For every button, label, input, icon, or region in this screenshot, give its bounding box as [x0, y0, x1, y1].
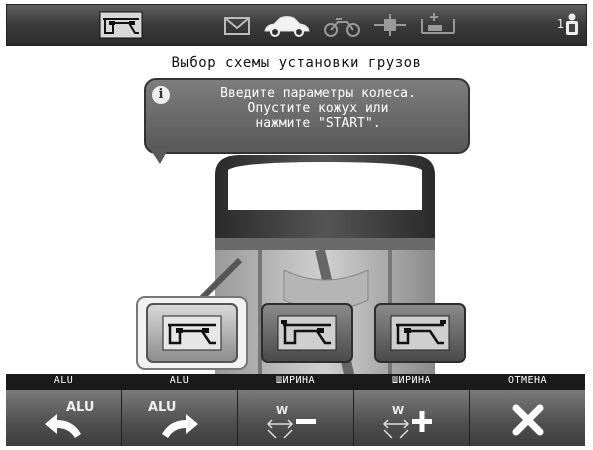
- cancel-button[interactable]: [470, 390, 585, 446]
- function-key-label: ШИРИНА: [275, 375, 316, 386]
- user-icon[interactable]: [564, 11, 580, 37]
- car-icon[interactable]: [262, 11, 312, 39]
- function-key-label: ОТМЕНА: [507, 375, 548, 386]
- info-line: Опустите кожух или: [247, 101, 389, 116]
- envelope-icon[interactable]: [222, 11, 252, 39]
- info-message: Введите параметры колеса. Опустите кожух…: [172, 86, 464, 131]
- alu-next-button[interactable]: ALU: [122, 390, 238, 446]
- function-key-label: ALU: [169, 375, 190, 386]
- weight-scheme-icon: [390, 315, 450, 351]
- function-key-label: ШИРИНА: [391, 375, 432, 386]
- width-decrease-button[interactable]: W: [238, 390, 354, 446]
- close-icon: [512, 404, 544, 436]
- info-line: Введите параметры колеса.: [220, 86, 416, 101]
- function-key-label: ALU: [53, 375, 74, 386]
- page-title: Выбор схемы установки грузов: [171, 55, 422, 71]
- info-icon: i: [152, 86, 170, 104]
- rotate-left-arrow-icon: [45, 414, 81, 438]
- bubble-tail: [148, 146, 170, 164]
- top-bar: 1: [6, 4, 587, 46]
- wheel-weight-scheme-icon[interactable]: [99, 11, 143, 39]
- adhesive-weight-icon[interactable]: [418, 11, 458, 39]
- weight-scheme-icon: [162, 315, 222, 351]
- alu-icon-text: ALU: [148, 400, 177, 415]
- width-plus-icon: [382, 411, 432, 439]
- info-bubble: i Введите параметры колеса. Опустите кож…: [144, 78, 470, 154]
- width-icon-text: W: [392, 404, 405, 417]
- info-line: нажмите "START".: [255, 116, 381, 131]
- clip-weight-icon[interactable]: [372, 11, 408, 39]
- motorcycle-icon[interactable]: [322, 11, 362, 39]
- function-key-labels: ALU ALU ШИРИНА ШИРИНА ОТМЕНА: [6, 374, 585, 390]
- wheel-balancer-screen: 1 Выбор схемы установки грузов i Введите…: [0, 0, 593, 450]
- user-number: 1: [556, 17, 564, 31]
- mode-adhesive-clip-button[interactable]: [374, 303, 466, 363]
- width-icon-text: W: [276, 404, 289, 417]
- width-increase-button[interactable]: W: [354, 390, 470, 446]
- width-minus-icon: [266, 419, 316, 439]
- alu-icon-text: ALU: [66, 400, 95, 415]
- alu-previous-button[interactable]: ALU: [6, 390, 122, 446]
- mode-adhesive-both-button[interactable]: [146, 303, 238, 363]
- mode-clip-adhesive-button[interactable]: [261, 303, 353, 363]
- rotate-right-arrow-icon: [162, 414, 198, 438]
- weight-scheme-icon: [277, 315, 337, 351]
- mode-icon-strip: [222, 11, 472, 39]
